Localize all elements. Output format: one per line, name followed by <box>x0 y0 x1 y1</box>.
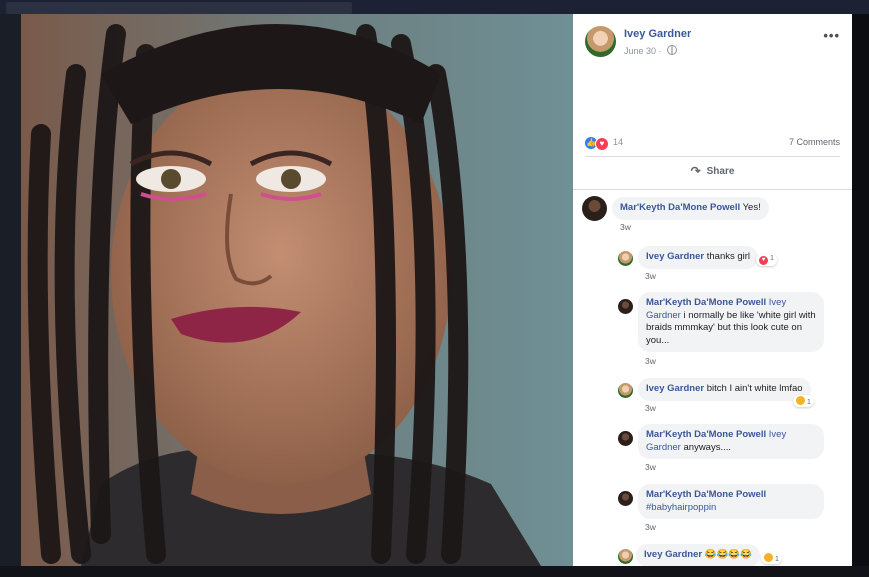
background-page-bottom <box>0 566 869 577</box>
commenter-name[interactable]: Ivey Gardner <box>644 549 702 560</box>
comment-time[interactable]: 3w <box>645 356 656 366</box>
comment-time[interactable]: 3w <box>645 522 656 532</box>
comment-text: anyways.... <box>683 441 732 453</box>
portrait-illustration <box>21 14 573 566</box>
nav-search-input[interactable] <box>6 2 352 14</box>
reply-bubble: Ivey Gardner thanks girl <box>638 246 759 269</box>
post-header: Ivey Gardner June 30 · ••• <box>585 26 842 66</box>
divider <box>585 156 840 157</box>
haha-icon <box>764 553 773 562</box>
commenter-avatar[interactable] <box>618 299 633 314</box>
divider <box>573 189 852 190</box>
commenter-avatar[interactable] <box>618 383 633 398</box>
background-page-right <box>852 14 869 567</box>
commenter-avatar[interactable] <box>618 491 633 506</box>
love-icon: ♥ <box>759 256 768 265</box>
comment-text: Yes! <box>742 202 761 213</box>
reply-bubble: Mar'Keyth Da'Mone Powell #babyhairpoppin <box>638 484 824 519</box>
post-photo[interactable] <box>21 14 573 566</box>
comment-time[interactable]: 3w <box>645 271 656 281</box>
commenter-name[interactable]: Mar'Keyth Da'Mone Powell <box>620 202 740 213</box>
commenter-avatar[interactable] <box>582 196 607 221</box>
reaction-count: 1 <box>807 399 811 406</box>
commenter-name[interactable]: Ivey Gardner <box>646 251 704 262</box>
comment-text: bitch I ain't white lmfao <box>706 383 803 394</box>
reaction-count: 1 <box>775 556 779 563</box>
share-button[interactable]: ↷ Share <box>573 164 852 178</box>
reply-reaction[interactable]: 1 <box>761 552 782 564</box>
commenter-avatar[interactable] <box>618 251 633 266</box>
reply-reaction[interactable]: 1 <box>793 395 814 407</box>
background-page <box>0 14 21 567</box>
author-avatar[interactable] <box>585 26 616 57</box>
commenter-name[interactable]: Mar'Keyth Da'Mone Powell <box>646 297 766 308</box>
comment-text: thanks girl <box>706 251 751 262</box>
reply-bubble: Ivey Gardner 😂😂😂😂 <box>636 544 761 566</box>
love-icon: ♥ <box>595 137 609 151</box>
reaction-count: 1 <box>770 255 774 262</box>
share-icon: ↷ <box>690 164 701 178</box>
top-nav-bar <box>0 0 869 14</box>
comment-count[interactable]: 7 Comments <box>789 137 840 147</box>
commenter-avatar[interactable] <box>618 431 633 446</box>
commenter-name[interactable]: Mar'Keyth Da'Mone Powell <box>646 429 766 440</box>
reply-bubble: Mar'Keyth Da'Mone Powell Ivey Gardner i … <box>638 292 824 352</box>
hashtag-link[interactable]: #babyhairpoppin <box>646 502 716 513</box>
commenter-name[interactable]: Ivey Gardner <box>646 383 704 394</box>
reply-bubble: Mar'Keyth Da'Mone Powell Ivey Gardner an… <box>638 424 824 459</box>
post-date: June 30 · <box>624 45 678 56</box>
comment-bubble: Mar'Keyth Da'Mone Powell Yes! <box>612 197 769 220</box>
globe-icon <box>667 45 678 55</box>
reply-bubble: Ivey Gardner bitch I ain't white lmfao <box>638 378 811 401</box>
post-date-text[interactable]: June 30 <box>624 46 656 56</box>
share-label: Share <box>706 166 735 177</box>
author-name[interactable]: Ivey Gardner <box>624 28 691 40</box>
more-options-button[interactable]: ••• <box>823 28 840 43</box>
post-details-panel: Ivey Gardner June 30 · ••• 👍 ♥ 14 7 Comm… <box>573 14 852 566</box>
commenter-avatar[interactable] <box>618 549 633 564</box>
comment-text: 😂😂😂😂 <box>704 549 753 560</box>
comment-time[interactable]: 3w <box>645 403 656 413</box>
reply-reaction[interactable]: ♥ 1 <box>756 254 777 266</box>
commenter-name[interactable]: Mar'Keyth Da'Mone Powell <box>646 489 766 500</box>
comment-time[interactable]: 3w <box>620 222 631 232</box>
comment-time[interactable]: 3w <box>645 462 656 472</box>
sad-icon <box>796 396 805 405</box>
reaction-count[interactable]: 14 <box>613 137 623 147</box>
